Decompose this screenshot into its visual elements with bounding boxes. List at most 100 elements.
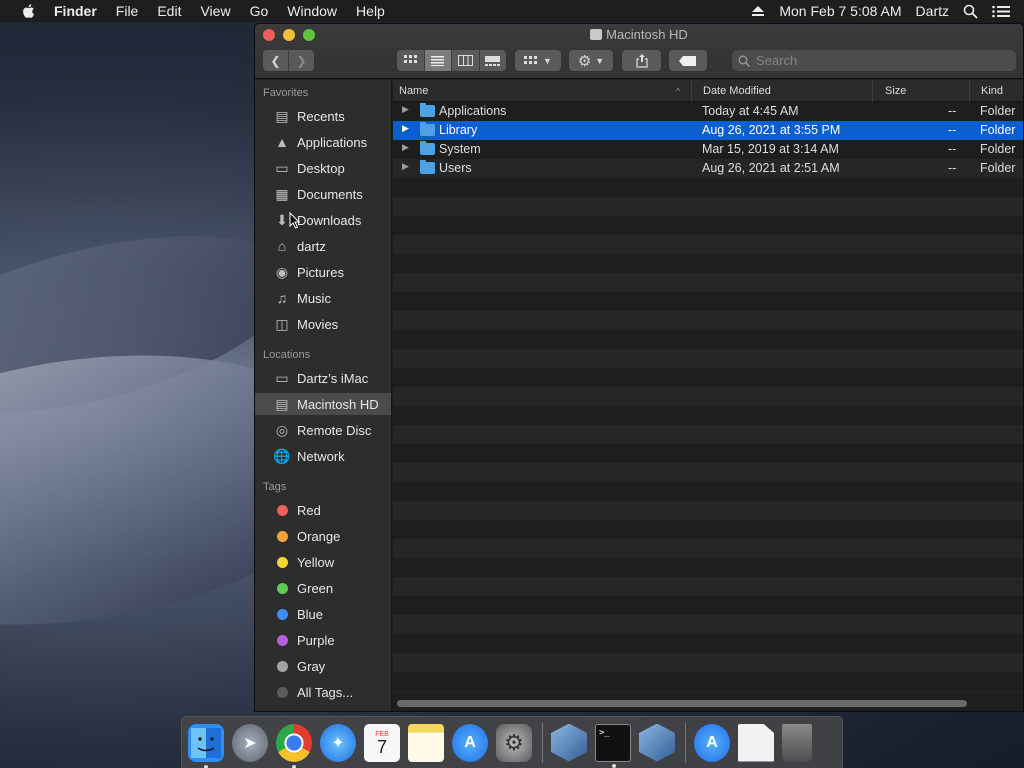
app-store-download-icon[interactable]: A [694, 723, 730, 762]
sidebar-item-label: Applications [297, 134, 368, 150]
dock-separator [685, 722, 686, 763]
sidebar-item-remote-disc[interactable]: ◎ Remote Disc [255, 419, 391, 441]
sidebar-tag-green[interactable]: Green [255, 577, 391, 599]
apple-menu-icon[interactable] [19, 3, 39, 19]
menu-user[interactable]: Dartz [916, 3, 949, 19]
gallery-view-button[interactable] [480, 50, 507, 71]
tag-dot-icon [276, 530, 288, 542]
terminal-icon[interactable]: >_ [595, 723, 631, 768]
menu-window[interactable]: Window [287, 3, 337, 19]
folder-icon [420, 122, 435, 136]
tag-dot-icon [276, 660, 288, 672]
table-row[interactable]: ▶ System Mar 15, 2019 at 3:14 AM -- Fold… [393, 140, 1023, 159]
launchpad-icon[interactable]: ➤ [232, 723, 268, 762]
action-menu-button[interactable]: ⚙ ▼ [569, 50, 613, 71]
film-icon: ◫ [275, 315, 289, 332]
tag-dot-icon [276, 582, 288, 594]
disclosure-triangle-icon[interactable]: ▶ [402, 142, 409, 153]
system-preferences-icon[interactable]: ⚙ [496, 723, 532, 762]
gallery-icon [485, 55, 501, 66]
sidebar-item-label: Dartz’s iMac [297, 370, 369, 386]
table-row[interactable]: ▶ Applications Today at 4:45 AM -- Folde… [393, 102, 1023, 121]
applications-icon: ▲ [275, 134, 289, 150]
sidebar-item-label: Downloads [297, 212, 362, 228]
chevron-down-icon: ▼ [543, 55, 552, 66]
document-icon[interactable] [738, 723, 774, 762]
tags-button[interactable] [669, 50, 707, 71]
menu-file[interactable]: File [116, 3, 139, 19]
sidebar-tag-red[interactable]: Red [255, 499, 391, 521]
disclosure-triangle-icon[interactable]: ▶ [402, 123, 409, 134]
table-row[interactable]: ▶ Library Aug 26, 2021 at 3:55 PM -- Fol… [393, 121, 1023, 140]
column-kind[interactable]: Kind [981, 85, 1003, 97]
menu-go[interactable]: Go [250, 3, 269, 19]
column-size[interactable]: Size [885, 85, 906, 97]
sidebar-item-desktop[interactable]: ▭ Desktop [255, 157, 391, 179]
share-button[interactable] [622, 50, 661, 71]
column-date-modified[interactable]: Date Modified [703, 85, 771, 97]
virtualbox-icon[interactable] [551, 723, 587, 762]
sidebar-item-label: All Tags... [297, 684, 354, 700]
sidebar-item-music[interactable]: ♫ Music [255, 287, 391, 309]
virtualbox-icon-2[interactable] [639, 723, 675, 762]
disclosure-triangle-icon[interactable]: ▶ [402, 161, 409, 172]
menu-help[interactable]: Help [356, 3, 385, 19]
sidebar-item-downloads[interactable]: ⬇ Downloads [255, 209, 391, 231]
window-title: Macintosh HD [255, 27, 1023, 42]
column-name[interactable]: Name [399, 85, 428, 97]
compass-icon: ✦ [331, 734, 345, 752]
sidebar-item-pictures[interactable]: ◉ Pictures [255, 261, 391, 283]
menu-clock[interactable]: Mon Feb 7 5:08 AM [779, 3, 901, 19]
column-view-button[interactable] [452, 50, 480, 71]
sidebar-tag-orange[interactable]: Orange [255, 525, 391, 547]
sidebar-all-tags[interactable]: All Tags... [255, 681, 391, 703]
sidebar-item-applications[interactable]: ▲ Applications [255, 131, 391, 153]
app-store-icon[interactable]: A [452, 723, 488, 762]
safari-icon[interactable]: ✦ [320, 723, 356, 762]
back-button[interactable]: ❮ [263, 50, 289, 71]
menu-view[interactable]: View [200, 3, 230, 19]
file-size: -- [948, 104, 957, 118]
sidebar-tag-blue[interactable]: Blue [255, 603, 391, 625]
eject-icon[interactable] [751, 5, 765, 17]
horizontal-scrollbar[interactable] [397, 700, 967, 707]
sidebar-item-imac[interactable]: ▭ Dartz’s iMac [255, 367, 391, 389]
window-title-text: Macintosh HD [606, 27, 688, 42]
group-by-button[interactable]: ▼ [515, 50, 561, 71]
calendar-icon[interactable]: FEB 7 [364, 723, 400, 762]
notification-center-icon[interactable] [992, 5, 1010, 18]
trash-icon[interactable] [782, 723, 812, 762]
file-size: -- [948, 161, 957, 175]
sidebar-item-movies[interactable]: ◫ Movies [255, 313, 391, 335]
file-size: -- [948, 123, 957, 137]
chrome-icon[interactable] [276, 723, 312, 768]
sidebar-item-home[interactable]: ⌂ dartz [255, 235, 391, 257]
share-icon [635, 53, 648, 68]
icon-view-button[interactable] [397, 50, 425, 71]
gear-icon: ⚙ [504, 729, 524, 755]
sidebar-item-network[interactable]: 🌐 Network [255, 445, 391, 467]
notes-icon[interactable] [408, 723, 444, 762]
sidebar-item-macintosh-hd[interactable]: ▤ Macintosh HD [255, 393, 391, 415]
file-kind: Folder [980, 104, 1016, 118]
column-header: Name ^ Date Modified Size Kind [393, 80, 1023, 102]
menu-edit[interactable]: Edit [157, 3, 181, 19]
sidebar-tag-yellow[interactable]: Yellow [255, 551, 391, 573]
list-view-button[interactable] [424, 50, 452, 71]
sidebar-item-label: Green [297, 580, 334, 596]
disclosure-triangle-icon[interactable]: ▶ [402, 104, 409, 115]
grid-icon [524, 55, 538, 64]
sidebar-item-label: Orange [297, 528, 341, 544]
forward-button[interactable]: ❯ [289, 50, 314, 71]
sidebar-tag-gray[interactable]: Gray [255, 655, 391, 677]
menu-app-name[interactable]: Finder [54, 3, 97, 19]
sidebar-tag-purple[interactable]: Purple [255, 629, 391, 651]
sidebar-item-documents[interactable]: ▦ Documents [255, 183, 391, 205]
table-row[interactable]: ▶ Users Aug 26, 2021 at 2:51 AM -- Folde… [393, 159, 1023, 178]
search-input[interactable]: Search [732, 50, 1016, 71]
file-name: System [439, 142, 481, 156]
finder-icon[interactable] [188, 723, 224, 768]
spotlight-search-icon[interactable] [963, 4, 978, 19]
sidebar-item-recents[interactable]: ▤ Recents [255, 105, 391, 127]
file-name: Applications [439, 104, 507, 118]
